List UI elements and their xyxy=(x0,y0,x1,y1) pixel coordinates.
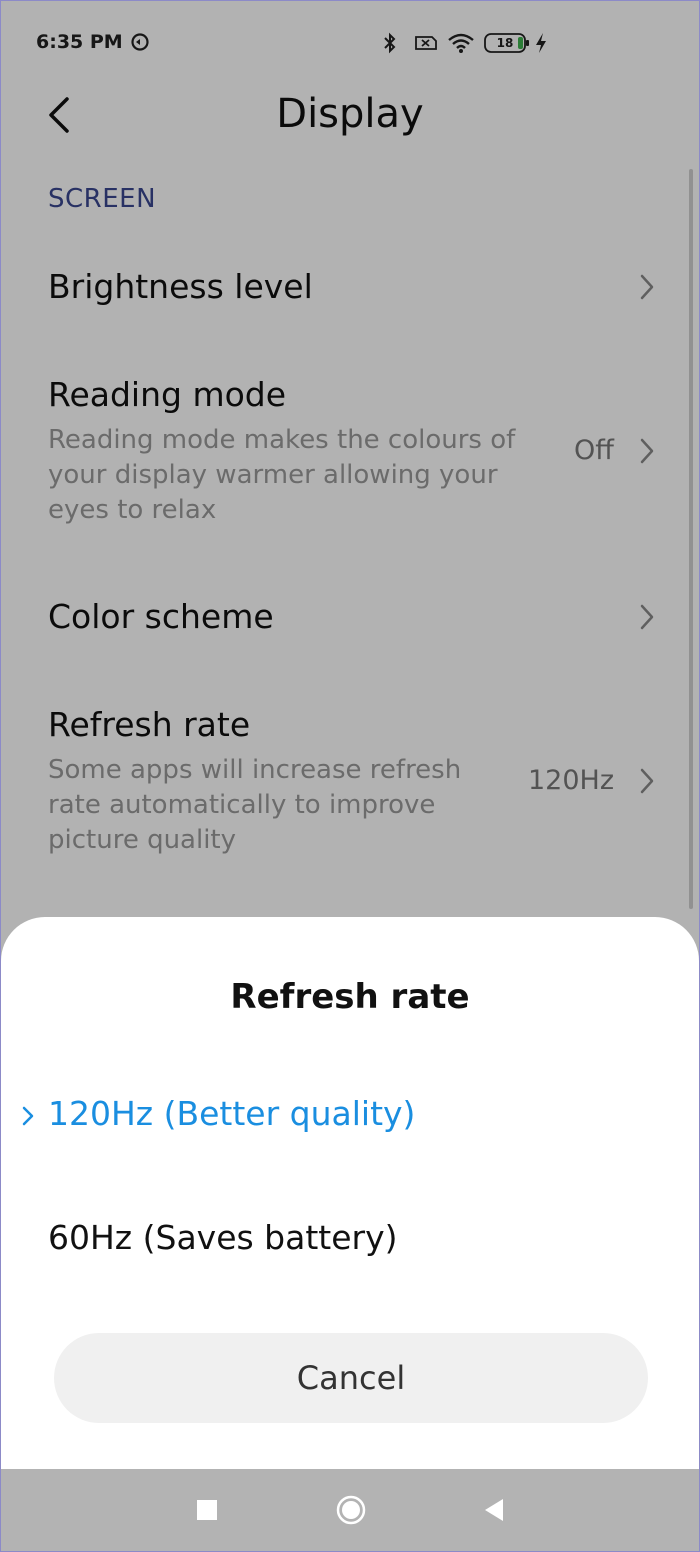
home-icon[interactable] xyxy=(336,1495,366,1525)
selected-chevron-icon xyxy=(22,1106,34,1126)
option-label: 60Hz (Saves battery) xyxy=(48,1218,398,1257)
cancel-button[interactable]: Cancel xyxy=(54,1333,648,1423)
dialog-title: Refresh rate xyxy=(230,977,470,1017)
back-icon[interactable] xyxy=(483,1498,505,1522)
recent-apps-icon[interactable] xyxy=(197,1500,217,1520)
option-120hz[interactable]: 120Hz (Better quality) xyxy=(1,1072,699,1162)
navigation-bar xyxy=(1,1469,699,1551)
option-60hz[interactable]: 60Hz (Saves battery) xyxy=(1,1196,699,1286)
refresh-rate-dialog: Refresh rate 120Hz (Better quality) 60Hz… xyxy=(1,917,699,1469)
phone-screen: 6:35 PM 18 Display SCREEN Brightness lev… xyxy=(0,0,700,1552)
display-settings-page: 6:35 PM 18 Display SCREEN Brightness lev… xyxy=(1,1,699,1551)
option-label: 120Hz (Better quality) xyxy=(48,1094,416,1133)
